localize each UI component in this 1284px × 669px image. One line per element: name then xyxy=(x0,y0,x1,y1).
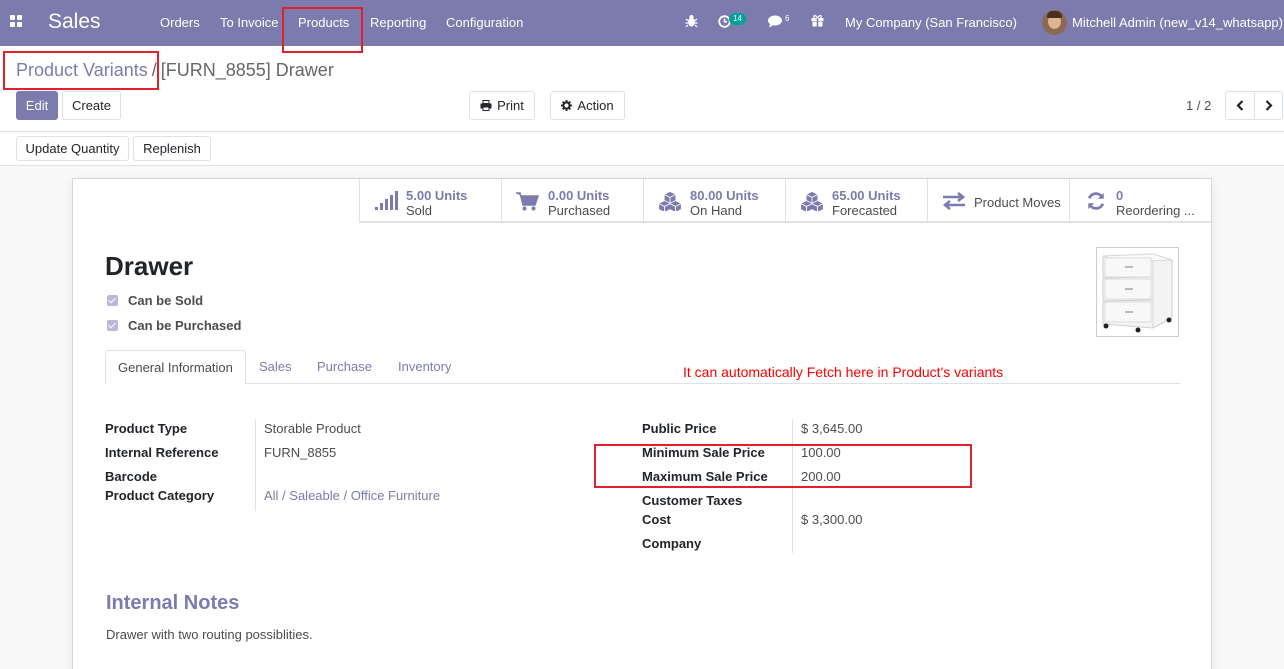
user-avatar[interactable] xyxy=(1042,10,1067,35)
forecasted-value: 65.00 Units xyxy=(832,188,901,203)
on-hand-value: 80.00 Units xyxy=(690,188,759,203)
replenish-button[interactable]: Replenish xyxy=(133,136,211,161)
cost-value[interactable]: $ 3,300.00 xyxy=(801,512,862,527)
chevron-right-icon xyxy=(1265,100,1273,111)
pager-next-button[interactable] xyxy=(1254,91,1283,120)
menu-reporting[interactable]: Reporting xyxy=(370,15,426,30)
right-group-divider xyxy=(792,419,793,553)
bug-icon[interactable] xyxy=(685,14,698,28)
activity-count-badge: 14 xyxy=(729,13,746,25)
internal-notes-text[interactable]: Drawer with two routing possiblities. xyxy=(106,627,313,642)
breadcrumb-separator: / xyxy=(151,60,157,80)
internal-notes-heading: Internal Notes xyxy=(106,592,240,614)
public-price-label: Public Price xyxy=(642,421,717,436)
update-quantity-button[interactable]: Update Quantity xyxy=(16,136,129,161)
product-category-label: Product Category xyxy=(105,488,215,503)
notebook-tabs: General Information Sales Purchase Inven… xyxy=(105,350,1180,385)
can-be-sold-checkbox[interactable] xyxy=(107,295,118,306)
user-menu[interactable]: Mitchell Admin (new_v14_whatsapp) xyxy=(1072,15,1283,30)
create-button-label: Create xyxy=(71,98,112,113)
breadcrumb-current: [FURN_8855] Drawer xyxy=(160,60,334,80)
reordering-value: 0 xyxy=(1116,188,1124,203)
refresh-icon xyxy=(1087,192,1105,210)
cubes-icon xyxy=(800,191,824,211)
customer-taxes-label: Customer Taxes xyxy=(642,493,743,508)
tab-purchase[interactable]: Purchase xyxy=(305,350,384,384)
smart-button-sold[interactable]: 5.00 Units Sold xyxy=(359,179,501,222)
purchased-value: 0.00 Units xyxy=(548,188,610,203)
control-panel: Product Variants / [FURN_8855] Drawer Edit… xyxy=(0,46,1284,132)
pager-previous-button[interactable] xyxy=(1225,91,1255,120)
bar-chart-icon xyxy=(375,191,398,210)
form-sheet: 5.00 Units Sold 0.00 Units Purchased 80.… xyxy=(72,178,1213,669)
form-statusbar: Update Quantity Replenish xyxy=(0,132,1284,166)
tab-inventory[interactable]: Inventory xyxy=(386,350,463,384)
gear-icon xyxy=(561,100,573,111)
maximum-sale-price-label: Maximum Sale Price xyxy=(642,469,768,484)
product-category-value[interactable]: All / Saleable / Office Furniture xyxy=(264,488,440,503)
menu-products[interactable]: Products xyxy=(298,15,349,30)
internal-reference-label: Internal Reference xyxy=(105,445,219,460)
top-navbar: Sales Orders To Invoice Products Reporti… xyxy=(0,0,1284,46)
product-moves-label: Product Moves xyxy=(974,195,1061,210)
can-be-purchased-label: Can be Purchased xyxy=(128,318,242,333)
product-type-label: Product Type xyxy=(105,421,188,436)
print-label: Print xyxy=(497,98,524,113)
company-switcher[interactable]: My Company (San Francisco) xyxy=(845,15,1017,30)
can-be-purchased-checkbox[interactable] xyxy=(107,320,118,331)
smart-button-product-moves[interactable]: Product Moves xyxy=(927,179,1069,222)
gift-icon[interactable] xyxy=(811,14,824,27)
breadcrumb-parent[interactable]: Product Variants xyxy=(16,60,148,80)
internal-reference-value[interactable]: FURN_8855 xyxy=(264,445,336,460)
cost-label: Cost xyxy=(642,512,671,527)
on-hand-label: On Hand xyxy=(690,203,743,218)
app-name[interactable]: Sales xyxy=(48,10,101,34)
annotation-note: It can automatically Fetch here in Produ… xyxy=(683,364,1004,380)
can-be-sold-label: Can be Sold xyxy=(128,293,204,308)
print-icon xyxy=(480,100,492,111)
maximum-sale-price-value[interactable]: 200.00 xyxy=(801,469,841,484)
print-button[interactable]: Print xyxy=(469,91,535,120)
smart-button-on-hand[interactable]: 80.00 Units On Hand xyxy=(643,179,785,222)
menu-configuration[interactable]: Configuration xyxy=(446,15,523,30)
smart-button-forecasted[interactable]: 65.00 Units Forecasted xyxy=(785,179,927,222)
exchange-icon xyxy=(942,191,966,211)
purchased-label: Purchased xyxy=(548,203,611,218)
pager-value[interactable]: 1 / 2 xyxy=(1186,98,1211,113)
tab-sales[interactable]: Sales xyxy=(247,350,304,384)
sold-label: Sold xyxy=(406,203,433,218)
barcode-label: Barcode xyxy=(105,469,158,484)
product-title[interactable]: Drawer xyxy=(105,251,193,282)
company-label: Company xyxy=(642,536,702,551)
product-type-value[interactable]: Storable Product xyxy=(264,421,361,436)
smart-button-reordering[interactable]: 0 Reordering ... xyxy=(1069,179,1213,222)
tab-general-information[interactable]: General Information xyxy=(105,350,246,385)
product-image[interactable] xyxy=(1096,247,1179,337)
cart-icon xyxy=(516,192,540,211)
smart-button-purchased[interactable]: 0.00 Units Purchased xyxy=(501,179,643,222)
action-button[interactable]: Action xyxy=(550,91,625,120)
public-price-value[interactable]: $ 3,645.00 xyxy=(801,421,862,436)
edit-button[interactable]: Edit xyxy=(16,91,58,120)
left-group-divider xyxy=(255,419,256,511)
drawer-cabinet-image xyxy=(1102,253,1173,333)
sold-value: 5.00 Units xyxy=(406,188,468,203)
chevron-left-icon xyxy=(1236,100,1244,111)
cubes-icon xyxy=(658,191,682,211)
menu-orders[interactable]: Orders xyxy=(160,15,200,30)
message-count: 6 xyxy=(785,14,790,23)
apps-menu-icon[interactable] xyxy=(10,15,23,28)
menu-to-invoice[interactable]: To Invoice xyxy=(220,15,279,30)
minimum-sale-price-value[interactable]: 100.00 xyxy=(801,445,841,460)
breadcrumb: Product Variants / [FURN_8855] Drawer xyxy=(16,60,334,81)
messages-icon[interactable] xyxy=(767,15,783,28)
smart-buttons-divider xyxy=(359,222,1212,223)
create-button[interactable]: Create xyxy=(62,91,121,120)
action-label: Action xyxy=(577,98,614,113)
reordering-label: Reordering ... xyxy=(1116,203,1195,218)
minimum-sale-price-label: Minimum Sale Price xyxy=(642,445,765,460)
forecasted-label: Forecasted xyxy=(832,203,898,218)
